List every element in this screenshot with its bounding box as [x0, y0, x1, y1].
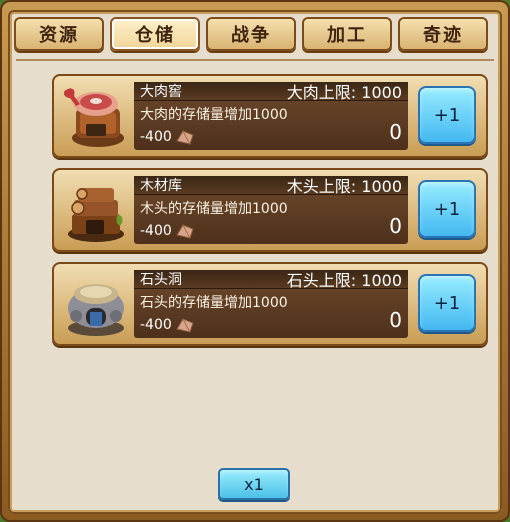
- tab-storage[interactable]: 仓储: [110, 17, 200, 51]
- capacity-label: 石头上限: 1000: [286, 271, 402, 290]
- building-card-meat-cellar: 大肉窖 大肉上限: 1000 大肉的存储量增加1000 -400 0 +1: [52, 74, 488, 158]
- wood-storage-icon: [68, 188, 124, 242]
- meat-cellar-icon: [63, 88, 124, 147]
- add-building-button[interactable]: +1: [418, 274, 476, 332]
- capacity-label: 木头上限: 1000: [286, 177, 402, 196]
- built-count: 0: [389, 214, 402, 238]
- capacity-label: 大肉上限: 1000: [286, 83, 402, 102]
- cost-row: -400: [140, 316, 196, 334]
- building-name: 石头洞: [140, 272, 182, 288]
- cost-value: -400: [140, 223, 172, 239]
- building-card-wood-storage: 木材库 木头上限: 1000 木头的存储量增加1000 -400 0 +1: [52, 168, 488, 252]
- tab-bar: 资源 仓储 战争 加工 奇迹: [14, 17, 496, 57]
- cost-row: -400: [140, 222, 196, 240]
- building-info-panel: 大肉窖 大肉上限: 1000 大肉的存储量增加1000 -400 0: [134, 82, 408, 150]
- built-count: 0: [389, 308, 402, 332]
- building-name: 木材库: [140, 178, 182, 194]
- tab-war[interactable]: 战争: [206, 17, 296, 51]
- multiplier-button[interactable]: x1: [218, 468, 290, 500]
- tab-processing[interactable]: 加工: [302, 17, 392, 51]
- built-count: 0: [389, 120, 402, 144]
- building-name: 大肉窖: [140, 84, 182, 100]
- add-building-button[interactable]: +1: [418, 180, 476, 238]
- tab-divider: [16, 59, 494, 61]
- building-description: 石头的存储量增加1000: [140, 295, 288, 311]
- stone-resource-icon: [175, 224, 194, 239]
- building-description: 大肉的存储量增加1000: [140, 107, 288, 123]
- cost-value: -400: [140, 317, 172, 333]
- stone-resource-icon: [175, 318, 194, 333]
- cost-value: -400: [140, 129, 172, 145]
- tab-wonders[interactable]: 奇迹: [398, 17, 488, 51]
- cost-row: -400: [140, 128, 196, 146]
- add-building-button[interactable]: +1: [418, 86, 476, 144]
- building-info-panel: 木材库 木头上限: 1000 木头的存储量增加1000 -400 0: [134, 176, 408, 244]
- building-description: 木头的存储量增加1000: [140, 201, 288, 217]
- stone-cave-icon: [68, 284, 124, 336]
- building-info-panel: 石头洞 石头上限: 1000 石头的存储量增加1000 -400 0: [134, 270, 408, 338]
- stone-resource-icon: [175, 130, 194, 145]
- tab-resources[interactable]: 资源: [14, 17, 104, 51]
- building-card-stone-cave: 石头洞 石头上限: 1000 石头的存储量增加1000 -400 0 +1: [52, 262, 488, 346]
